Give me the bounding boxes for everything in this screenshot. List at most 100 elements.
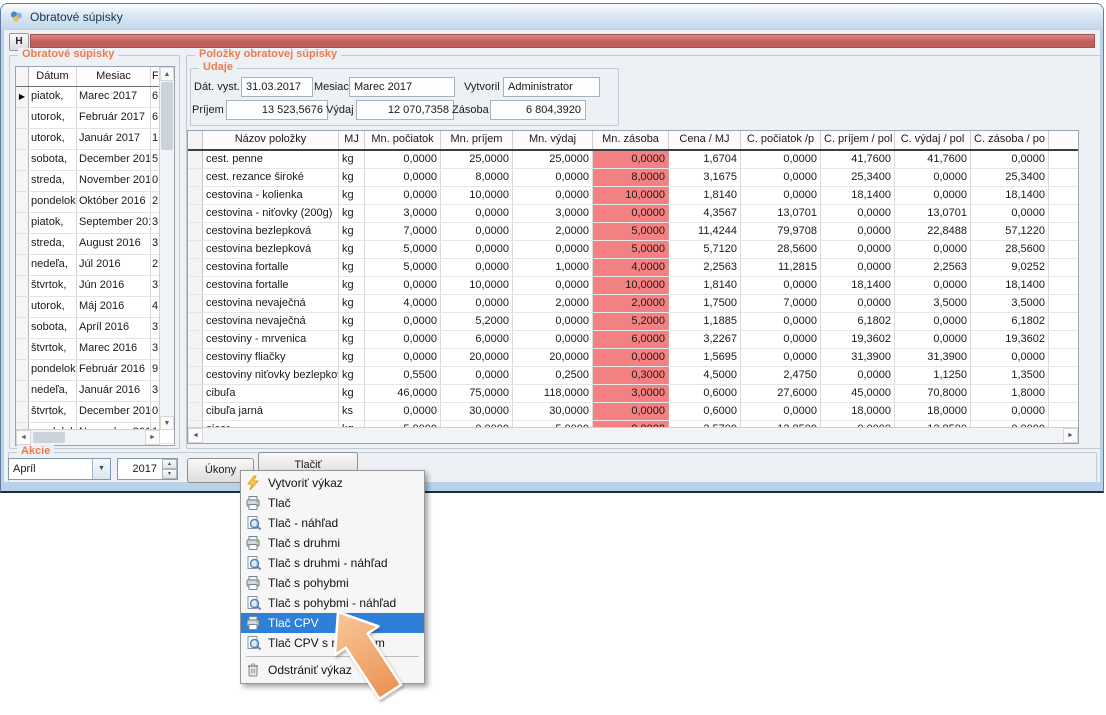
summary-list-item[interactable]: streda,August 20163 <box>16 234 174 255</box>
title-bar[interactable]: Obratové súpisky <box>1 4 1103 29</box>
summary-list-item[interactable]: utorok,Január 20171 <box>16 129 174 150</box>
vytvoril-field[interactable]: Administrator <box>503 77 600 97</box>
column-header[interactable]: C. výdaj / pol <box>895 131 971 149</box>
summary-list-item[interactable]: pondelokOktóber 20162 <box>16 192 174 213</box>
column-header[interactable]: Mn. počiatok <box>365 131 441 149</box>
summary-list-item[interactable]: utorok,Máj 20164 <box>16 297 174 318</box>
table-cell: 18,0000 <box>895 403 971 420</box>
scrollbar-thumb[interactable] <box>33 432 65 443</box>
scroll-right-icon[interactable]: ► <box>145 430 160 445</box>
summary-list-item[interactable]: štvrtok,December 20150 <box>16 402 174 423</box>
menu-item[interactable]: Tlač <box>241 493 424 513</box>
items-table-horizontal-scrollbar[interactable]: ◄ ► <box>188 427 1078 443</box>
printer-icon <box>245 615 261 631</box>
summary-list-item[interactable]: nedeľa,Júl 20162 <box>16 255 174 276</box>
scroll-right-icon[interactable]: ► <box>1063 428 1078 443</box>
table-cell: kg <box>339 151 365 168</box>
table-row[interactable]: cestovina - kolienkakg0,000010,00000,000… <box>188 187 1078 205</box>
toolbar-red-bar <box>30 34 1095 48</box>
dat-vyst-field[interactable]: 31.03.2017 <box>241 77 313 97</box>
summary-list-item[interactable]: streda,November 20160 <box>16 171 174 192</box>
column-header[interactable]: Mn. výdaj <box>513 131 593 149</box>
scroll-up-icon[interactable]: ▲ <box>160 67 174 81</box>
year-stepper[interactable]: 2017 ▲ ▼ <box>117 458 178 480</box>
table-row[interactable]: cestovina fortallekg5,00000,00001,00004,… <box>188 259 1078 277</box>
summary-list-item[interactable]: piatok,September 20163 <box>16 213 174 234</box>
menu-item[interactable]: Tlač s pohybmi <box>241 573 424 593</box>
table-row[interactable]: cestoviny - mrvenicakg0,00006,00000,0000… <box>188 331 1078 349</box>
menu-item[interactable]: Tlač - náhľad <box>241 513 424 533</box>
summary-list-item[interactable]: utorok,Február 20176 <box>16 108 174 129</box>
column-header[interactable]: C. zásoba / po <box>971 131 1049 149</box>
table-row[interactable]: cestovina bezlepkovákg5,00000,00000,0000… <box>188 241 1078 259</box>
mesiac-field[interactable]: Marec 2017 <box>349 77 455 97</box>
table-row[interactable]: cest. rezance širokékg0,00008,00000,0000… <box>188 169 1078 187</box>
summary-list-item[interactable]: sobota,Apríl 20163 <box>16 318 174 339</box>
menu-item-label: Vytvoriť výkaz <box>268 476 343 490</box>
column-header[interactable]: Cena / MJ <box>669 131 741 149</box>
table-row[interactable]: cest. pennekg0,000025,000025,00000,00001… <box>188 151 1078 169</box>
table-cell: 0,0000 <box>513 241 593 258</box>
summary-list-item[interactable]: ▶piatok,Marec 20176 <box>16 87 174 108</box>
table-cell: 70,8000 <box>895 385 971 402</box>
table-cell: 0,0000 <box>741 187 821 204</box>
summary-list-item[interactable]: štvrtok,Jún 20163 <box>16 276 174 297</box>
table-cell: 0,0000 <box>441 259 513 276</box>
left-horizontal-scrollbar[interactable]: ◄ ► <box>16 429 160 445</box>
scrollbar-thumb[interactable] <box>161 82 173 150</box>
table-row[interactable]: cestoviny fliačkykg0,000020,000020,00000… <box>188 349 1078 367</box>
spin-down-icon[interactable]: ▼ <box>162 469 177 479</box>
table-cell: 30,0000 <box>513 403 593 420</box>
column-header[interactable]: Mn. príjem <box>441 131 513 149</box>
table-row[interactable]: cestoviny niťovky bezlepkovkg0,55000,000… <box>188 367 1078 385</box>
items-table[interactable]: Názov položkyMJMn. počiatokMn. príjemMn.… <box>187 130 1079 444</box>
table-cell: 0,0000 <box>365 349 441 366</box>
column-header-mesiac[interactable]: Mesiac <box>77 67 151 86</box>
row-selector-cell <box>16 360 29 380</box>
scroll-down-icon[interactable]: ▼ <box>160 416 174 430</box>
summary-list-item[interactable]: nedeľa,Január 20163 <box>16 381 174 402</box>
window-title: Obratové súpisky <box>30 10 123 24</box>
summaries-list-header: Dátum Mesiac F <box>16 67 174 87</box>
table-cell: 0,0000 <box>895 241 971 258</box>
table-row[interactable]: cestovina - niťovky (200g)kg3,00000,0000… <box>188 205 1078 223</box>
summaries-list[interactable]: Dátum Mesiac F ▶piatok,Marec 20176utorok… <box>15 66 175 446</box>
column-header-datum[interactable]: Dátum <box>29 67 77 86</box>
month-select[interactable]: Apríl ▼ <box>8 458 111 480</box>
cell-mesiac: Marec 2017 <box>77 87 151 107</box>
spin-up-icon[interactable]: ▲ <box>162 459 177 469</box>
table-row[interactable]: cestovina fortallekg0,000010,00000,00001… <box>188 277 1078 295</box>
prijem-field[interactable]: 13 523,5676 <box>226 100 328 120</box>
table-row[interactable]: cibuľa jarnáks0,000030,000030,00000,0000… <box>188 403 1078 421</box>
column-header[interactable]: Mn. zásoba <box>593 131 669 149</box>
menu-item[interactable]: Tlač s druhmi <box>241 533 424 553</box>
summary-list-item[interactable]: pondelokFebruár 20169 <box>16 360 174 381</box>
menu-item[interactable]: Vytvoriť výkaz <box>241 473 424 493</box>
summary-list-item[interactable]: štvrtok,Marec 20163 <box>16 339 174 360</box>
column-header-f[interactable]: F <box>151 67 158 86</box>
menu-item[interactable]: Tlač s druhmi - náhľad <box>241 553 424 573</box>
scroll-left-icon[interactable]: ◄ <box>188 428 203 443</box>
cell-f: 0 <box>151 402 158 422</box>
vydaj-field[interactable]: 12 070,7358 <box>356 100 454 120</box>
chevron-down-icon[interactable]: ▼ <box>92 459 110 479</box>
column-header[interactable]: Názov položky <box>203 131 339 149</box>
column-header[interactable]: C. príjem / pol <box>821 131 895 149</box>
table-cell: cestovina - kolienka <box>203 187 339 204</box>
table-row[interactable]: cestovina bezlepkovákg7,00000,00002,0000… <box>188 223 1078 241</box>
table-cell: 19,3602 <box>971 331 1049 348</box>
table-row[interactable]: cestovina nevaječnákg4,00000,00002,00002… <box>188 295 1078 313</box>
column-header[interactable]: C. počiatok /p <box>741 131 821 149</box>
scroll-left-icon[interactable]: ◄ <box>16 430 31 445</box>
table-row[interactable]: cibuľakg46,000075,0000118,00003,00000,60… <box>188 385 1078 403</box>
summary-list-item[interactable]: sobota,December 20165 <box>16 150 174 171</box>
left-vertical-scrollbar[interactable]: ▲ ▼ <box>159 67 174 430</box>
month-select-value: Apríl <box>13 461 36 478</box>
selected-row-marker-icon: ▶ <box>19 92 25 101</box>
table-row[interactable]: cestovina nevaječnákg0,00005,20000,00005… <box>188 313 1078 331</box>
row-header-cell <box>188 151 203 168</box>
zasoba-field[interactable]: 6 804,3920 <box>490 100 586 120</box>
cell-mesiac: Máj 2016 <box>77 297 151 317</box>
row-selector-cell <box>16 255 29 275</box>
column-header[interactable]: MJ <box>339 131 365 149</box>
